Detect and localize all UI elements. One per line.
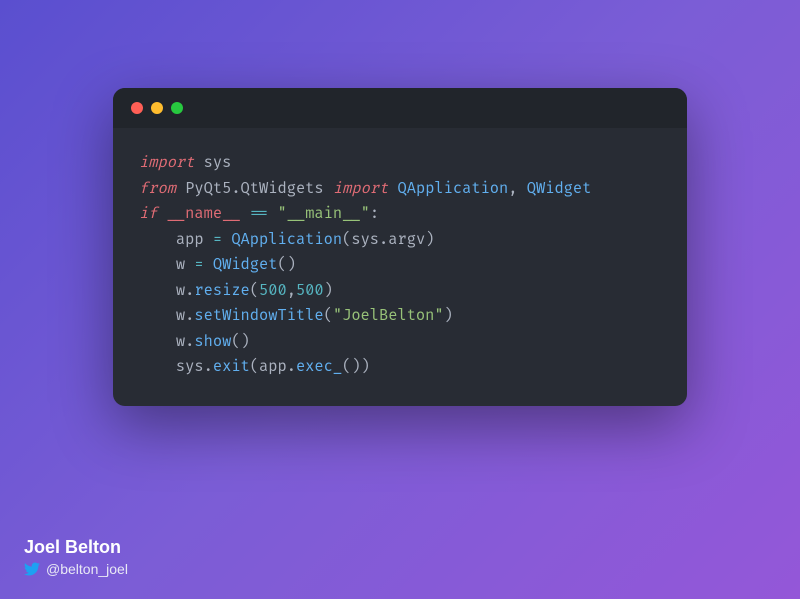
code-token: =	[194, 255, 203, 274]
code-line: app = QApplication(sys.argv)	[139, 227, 661, 253]
code-token: 500	[296, 281, 324, 300]
code-token: PyQt5.QtWidgets	[176, 179, 333, 198]
code-token: w.	[139, 306, 194, 325]
code-line: w.show()	[139, 329, 661, 355]
code-line: if __name__ == "__main__":	[139, 201, 661, 227]
code-token: ==	[250, 204, 268, 223]
code-token: w	[139, 255, 194, 274]
code-window: import sysfrom PyQt5.QtWidgets import QA…	[113, 88, 687, 406]
code-token: :	[370, 204, 379, 223]
code-token	[268, 204, 277, 223]
code-token: import	[333, 179, 388, 198]
code-token: =	[213, 230, 222, 249]
code-token: w.	[139, 281, 194, 300]
code-token: ()	[231, 332, 249, 351]
code-token: if	[139, 204, 157, 223]
code-token: exec_	[296, 357, 342, 376]
code-token: ())	[342, 357, 370, 376]
author-handle: @belton_joel	[46, 561, 128, 577]
code-line: from PyQt5.QtWidgets import QApplication…	[139, 176, 661, 202]
code-token: from	[139, 179, 176, 198]
code-editor-content: import sysfrom PyQt5.QtWidgets import QA…	[113, 128, 687, 406]
author-credit: Joel Belton @belton_joel	[24, 537, 128, 577]
code-token: sys.	[139, 357, 213, 376]
code-token: QWidget	[213, 255, 278, 274]
code-line: w.setWindowTitle("JoelBelton")	[139, 303, 661, 329]
code-line: sys.exit(app.exec_())	[139, 354, 661, 380]
maximize-icon[interactable]	[171, 102, 183, 114]
window-titlebar	[113, 88, 687, 128]
code-token: sys	[194, 153, 231, 172]
author-name: Joel Belton	[24, 537, 128, 558]
code-token: (	[250, 281, 259, 300]
close-icon[interactable]	[131, 102, 143, 114]
code-token: "JoelBelton"	[333, 306, 444, 325]
code-token	[222, 230, 231, 249]
code-token	[241, 204, 250, 223]
code-token	[157, 204, 166, 223]
code-token: app	[139, 230, 213, 249]
code-token: w.	[139, 332, 194, 351]
code-token	[388, 179, 397, 198]
code-token: ,	[508, 179, 526, 198]
code-token: QApplication	[231, 230, 342, 249]
code-token: (	[324, 306, 333, 325]
code-token: QApplication	[398, 179, 509, 198]
code-token	[204, 255, 213, 274]
author-handle-row: @belton_joel	[24, 561, 128, 577]
code-line: w = QWidget()	[139, 252, 661, 278]
code-token: "__main__"	[278, 204, 370, 223]
minimize-icon[interactable]	[151, 102, 163, 114]
code-token: ,	[287, 281, 296, 300]
code-token: setWindowTitle	[194, 306, 323, 325]
code-token: 500	[259, 281, 287, 300]
code-token: )	[324, 281, 333, 300]
code-line: w.resize(500,500)	[139, 278, 661, 304]
code-token: show	[194, 332, 231, 351]
code-token: ()	[277, 255, 295, 274]
code-token: (app.	[250, 357, 296, 376]
code-token: QWidget	[527, 179, 592, 198]
code-token: resize	[194, 281, 249, 300]
code-token: )	[444, 306, 453, 325]
code-token: import	[139, 153, 194, 172]
code-token: (sys.argv)	[342, 230, 434, 249]
code-token: __name__	[167, 204, 241, 223]
twitter-icon	[24, 561, 40, 577]
code-line: import sys	[139, 150, 661, 176]
code-token: exit	[213, 357, 250, 376]
